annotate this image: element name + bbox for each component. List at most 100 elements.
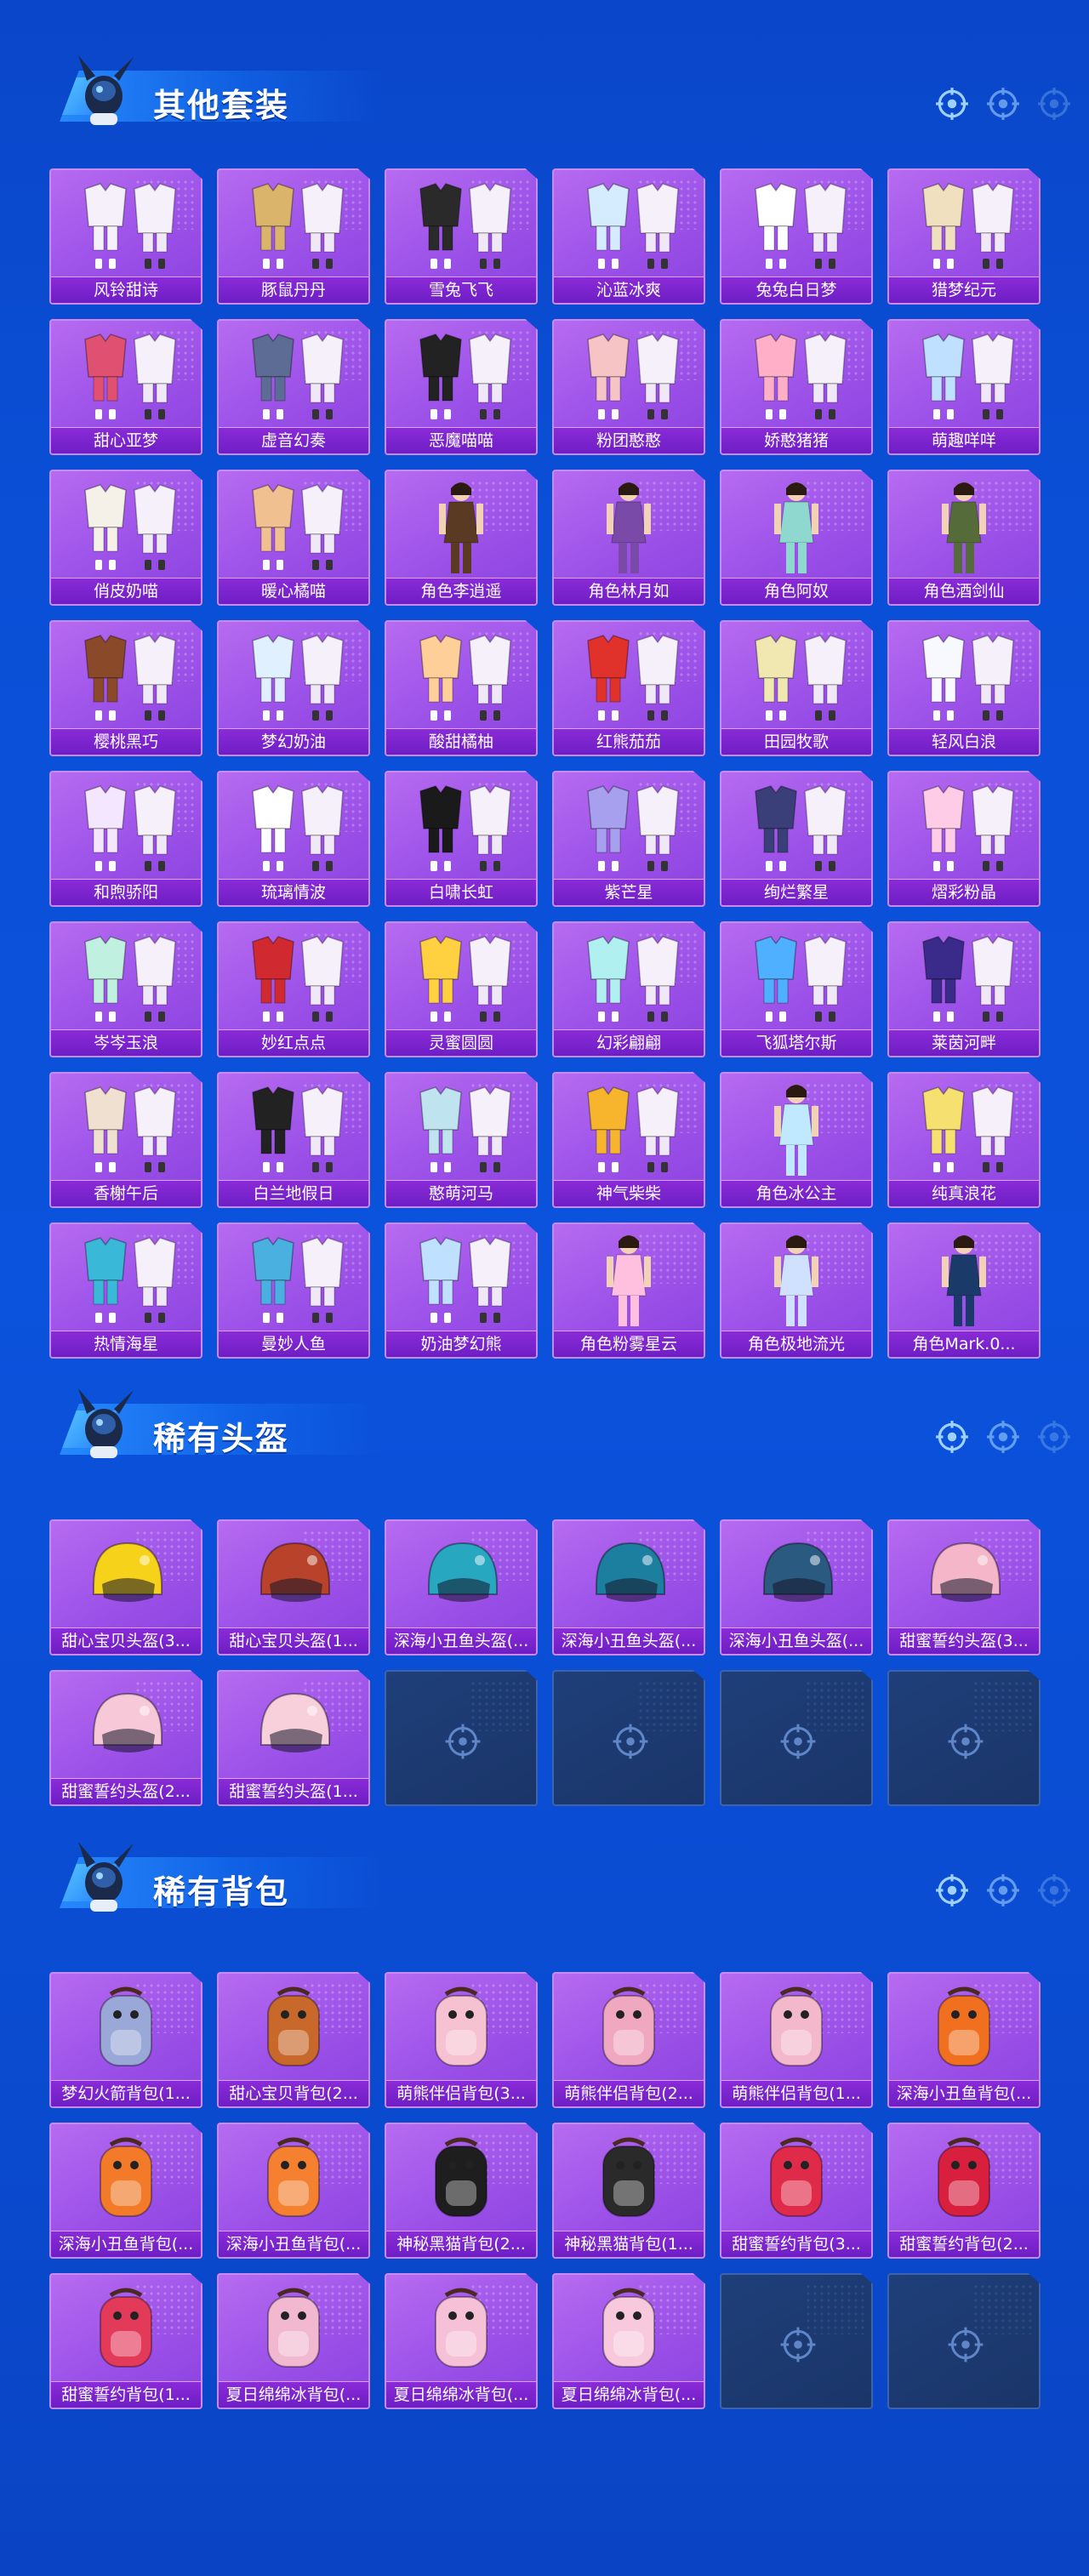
backpack-grid: 梦幻火箭背包(1... 甜心宝贝背包(2... 萌熊伴侣背包(3... 萌熊伴侣背包(…	[49, 1972, 1041, 2409]
item-card[interactable]: 角色粉雾星云	[552, 1222, 705, 1359]
item-card[interactable]: 虚音幻奏	[217, 319, 370, 455]
item-card[interactable]: 妙红点点	[217, 921, 370, 1057]
item-label: 妙红点点	[219, 1029, 368, 1056]
item-card[interactable]: 神秘黑猫背包(1...	[552, 2123, 705, 2259]
item-card[interactable]: 俏皮奶喵	[49, 470, 202, 606]
item-card[interactable]: 酸甜橘柚	[385, 620, 538, 756]
outfit-icon	[419, 1237, 511, 1323]
item-card[interactable]: 猎梦纪元	[887, 168, 1041, 305]
section-header-backpacks: 稀有背包	[26, 1833, 1072, 1918]
item-card[interactable]: 绚烂繁星	[720, 771, 873, 907]
item-card[interactable]: 白啸长虹	[385, 771, 538, 907]
item-card[interactable]: 白兰地假日	[217, 1072, 370, 1208]
item-label: 甜蜜誓约背包(2...	[889, 2231, 1039, 2257]
backpack-icon	[435, 2288, 487, 2368]
item-label: 神气柴柴	[554, 1180, 704, 1206]
item-card[interactable]: 樱桃黑巧	[49, 620, 202, 756]
item-label: 憨萌河马	[386, 1180, 536, 1206]
item-card[interactable]: 岑岑玉浪	[49, 921, 202, 1057]
item-card[interactable]: 角色极地流光	[720, 1222, 873, 1359]
item-label: 甜心亚梦	[51, 427, 201, 453]
item-card[interactable]: 甜蜜誓约背包(3...	[720, 2123, 873, 2259]
item-card[interactable]: 莱茵河畔	[887, 921, 1041, 1057]
item-card[interactable]: 深海小丑鱼头盔(...	[720, 1519, 873, 1656]
item-card[interactable]: 奶油梦幻熊	[385, 1222, 538, 1359]
item-card[interactable]: 娇憨猪猪	[720, 319, 873, 455]
backpack-icon	[100, 2288, 152, 2368]
item-card[interactable]: 深海小丑鱼头盔(...	[552, 1519, 705, 1656]
item-card[interactable]: 曼妙人鱼	[217, 1222, 370, 1359]
item-card[interactable]: 田园牧歌	[720, 620, 873, 756]
item-card[interactable]: 深海小丑鱼背包(...	[217, 2123, 370, 2259]
item-card[interactable]: 神气柴柴	[552, 1072, 705, 1208]
outfit-icon	[419, 333, 511, 419]
item-card[interactable]: 兔兔白日梦	[720, 168, 873, 305]
item-card[interactable]: 红熊茄茄	[552, 620, 705, 756]
item-card[interactable]: 角色李逍遥	[385, 470, 538, 606]
character-icon	[942, 482, 986, 573]
item-label: 夏日绵绵冰背包(...	[219, 2381, 368, 2408]
item-card[interactable]: 甜心宝贝背包(2...	[217, 1972, 370, 2108]
item-card[interactable]: 甜心亚梦	[49, 319, 202, 455]
outfit-icon	[419, 936, 511, 1022]
item-card[interactable]: 角色酒剑仙	[887, 470, 1041, 606]
item-card[interactable]: 甜蜜誓约头盔(2...	[49, 1670, 202, 1806]
item-card[interactable]: 轻风白浪	[887, 620, 1041, 756]
item-card[interactable]: 粉团憨憨	[552, 319, 705, 455]
item-card[interactable]: 香榭午后	[49, 1072, 202, 1208]
item-card[interactable]: 飞狐塔尔斯	[720, 921, 873, 1057]
item-card[interactable]: 深海小丑鱼背包(...	[49, 2123, 202, 2259]
item-card[interactable]: 角色Mark.0...	[887, 1222, 1041, 1359]
outfit-icon	[587, 635, 679, 721]
item-card[interactable]: 甜蜜誓约背包(2...	[887, 2123, 1041, 2259]
item-card[interactable]: 梦幻火箭背包(1...	[49, 1972, 202, 2108]
backpack-icon	[938, 1986, 990, 2066]
item-card[interactable]: 萌熊伴侣背包(3...	[385, 1972, 538, 2108]
item-card[interactable]: 甜蜜誓约背包(1...	[49, 2273, 202, 2409]
crosshair-icon	[613, 1724, 648, 1759]
backpack-icon	[602, 2137, 655, 2217]
item-label: 甜蜜誓约头盔(1...	[219, 1778, 368, 1804]
item-label: 轻风白浪	[889, 728, 1039, 755]
item-card[interactable]: 角色林月如	[552, 470, 705, 606]
item-card[interactable]: 深海小丑鱼背包(...	[887, 1972, 1041, 2108]
item-card[interactable]: 夏日绵绵冰背包(...	[552, 2273, 705, 2409]
item-card[interactable]: 夏日绵绵冰背包(...	[385, 2273, 538, 2409]
backpack-icon	[770, 2137, 823, 2217]
item-card[interactable]: 角色冰公主	[720, 1072, 873, 1208]
item-card[interactable]: 沁蓝冰爽	[552, 168, 705, 305]
outfit-icon	[252, 936, 344, 1022]
item-card[interactable]: 梦幻奶油	[217, 620, 370, 756]
outfit-icon	[252, 1086, 344, 1172]
item-card[interactable]: 夏日绵绵冰背包(...	[217, 2273, 370, 2409]
item-card[interactable]: 紫芒星	[552, 771, 705, 907]
item-card[interactable]: 灵蜜圆圆	[385, 921, 538, 1057]
item-card[interactable]: 角色阿奴	[720, 470, 873, 606]
item-card[interactable]: 幻彩翩翩	[552, 921, 705, 1057]
item-label: 梦幻奶油	[219, 728, 368, 755]
backpack-icon	[435, 2137, 487, 2217]
item-card[interactable]: 萌熊伴侣背包(2...	[552, 1972, 705, 2108]
item-card[interactable]: 雪兔飞飞	[385, 168, 538, 305]
item-card[interactable]: 和煦骄阳	[49, 771, 202, 907]
backpack-icon	[435, 1986, 487, 2066]
item-card[interactable]: 恶魔喵喵	[385, 319, 538, 455]
item-card[interactable]: 萌熊伴侣背包(1...	[720, 1972, 873, 2108]
item-card[interactable]: 暖心橘喵	[217, 470, 370, 606]
item-card[interactable]: 纯真浪花	[887, 1072, 1041, 1208]
item-card[interactable]: 憨萌河马	[385, 1072, 538, 1208]
item-card[interactable]: 深海小丑鱼头盔(...	[385, 1519, 538, 1656]
item-card[interactable]: 神秘黑猫背包(2...	[385, 2123, 538, 2259]
item-card[interactable]: 萌趣咩咩	[887, 319, 1041, 455]
item-card[interactable]: 甜蜜誓约头盔(3...	[887, 1519, 1041, 1656]
item-card[interactable]: 风铃甜诗	[49, 168, 202, 305]
item-label: 角色李逍遥	[386, 578, 536, 604]
item-card[interactable]: 甜心宝贝头盔(1...	[217, 1519, 370, 1656]
item-label: 萌熊伴侣背包(2...	[554, 2080, 704, 2106]
item-card[interactable]: 热情海星	[49, 1222, 202, 1359]
item-card[interactable]: 琉璃情波	[217, 771, 370, 907]
item-card[interactable]: 甜蜜誓约头盔(1...	[217, 1670, 370, 1806]
item-card[interactable]: 甜心宝贝头盔(3...	[49, 1519, 202, 1656]
item-card[interactable]: 熠彩粉晶	[887, 771, 1041, 907]
item-card[interactable]: 豚鼠丹丹	[217, 168, 370, 305]
